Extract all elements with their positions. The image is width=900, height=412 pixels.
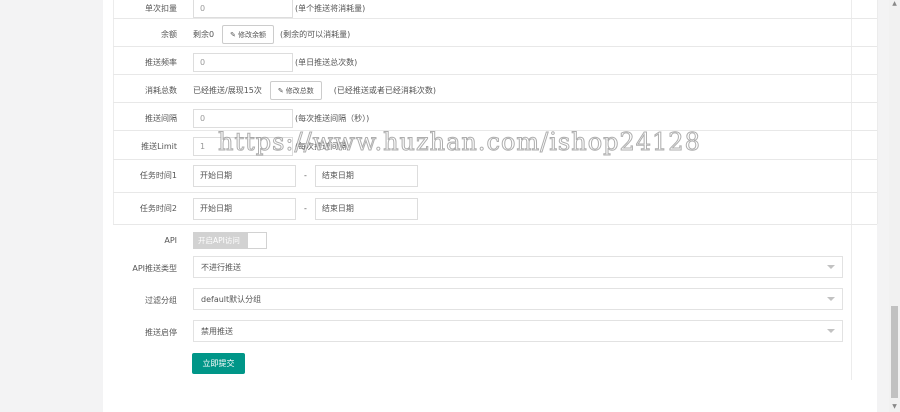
row-task-time2: 任务时间2 开始日期 - 结束日期 [113,192,877,224]
task-time1-start-input[interactable]: 开始日期 [193,164,296,187]
section-divider-right [877,0,878,224]
task-time1-end-input[interactable]: 结束日期 [314,164,418,187]
task-time2-end-input[interactable]: 结束日期 [314,197,418,220]
task-time2-start-input[interactable]: 开始日期 [193,197,296,220]
balance-text: 剩余0 [193,30,215,39]
api-push-type-select[interactable]: 不进行推送 [193,256,843,278]
balance-hint: (剩余的可以消耗量) [279,30,351,39]
filter-group-value: default默认分组 [201,294,262,304]
api-toggle-label: 开启API访问 [194,233,248,248]
date-range-dash: - [304,171,307,180]
push-interval-hint: (每次推送间隔（秒）) [295,114,370,123]
single-deduct-input[interactable]: 0 [193,0,293,18]
pencil-icon: ✎ [230,30,236,39]
row-push-enable: 推送启停 禁用推送 [113,316,877,348]
label-push-freq: 推送频率 [145,58,177,67]
push-enable-value: 禁用推送 [201,326,233,336]
row-task-time1: 任务时间1 开始日期 - 结束日期 [113,159,877,191]
scroll-down-icon[interactable]: ▼ [891,403,898,411]
chevron-down-icon [827,265,835,269]
label-filter-group: 过滤分组 [145,295,177,305]
push-enable-select[interactable]: 禁用推送 [193,320,843,342]
label-balance: 余额 [161,30,177,39]
edit-total-button[interactable]: ✎ 修改总数 [269,81,322,100]
pencil-icon: ✎ [277,86,284,95]
filter-group-select[interactable]: default默认分组 [193,288,843,310]
push-freq-input[interactable]: 0 [193,53,293,72]
api-push-type-value: 不进行推送 [201,262,241,272]
push-interval-input[interactable]: 0 [193,109,293,128]
row-api-push-type: API推送类型 不进行推送 [113,252,877,284]
label-push-enable: 推送启停 [145,327,177,337]
chevron-down-icon [827,297,835,301]
date-range-dash: - [304,204,307,213]
single-deduct-hint: (单个推送将消耗量) [295,3,366,13]
watermark-text: https://www.huzhan.com/ishop24128 [218,128,701,157]
scrollbar-thumb[interactable] [891,306,898,398]
chevron-down-icon [827,329,835,333]
label-push-limit: 推送Limit [141,142,177,151]
scroll-up-icon[interactable]: ▲ [891,0,898,8]
label-single-deduct: 单次扣量 [145,3,177,13]
consume-total-hint: (已经推送或者已经消耗次数) [333,86,436,95]
label-push-interval: 推送间隔 [145,114,177,123]
api-access-toggle[interactable]: 开启API访问 [193,232,267,249]
consume-total-text: 已经推送/展现15次 [193,86,262,95]
edit-balance-button[interactable]: ✎ 修改余额 [222,25,274,44]
label-api-push-type: API推送类型 [132,263,177,273]
row-filter-group: 过滤分组 default默认分组 [113,284,877,316]
label-api: API [164,236,177,245]
submit-button[interactable]: 立即提交 [192,353,245,374]
label-task-time1: 任务时间1 [139,171,177,180]
push-freq-hint: (单日推送总次数) [295,58,358,67]
label-task-time2: 任务时间2 [139,204,177,213]
label-consume-total: 消耗总数 [145,86,177,95]
